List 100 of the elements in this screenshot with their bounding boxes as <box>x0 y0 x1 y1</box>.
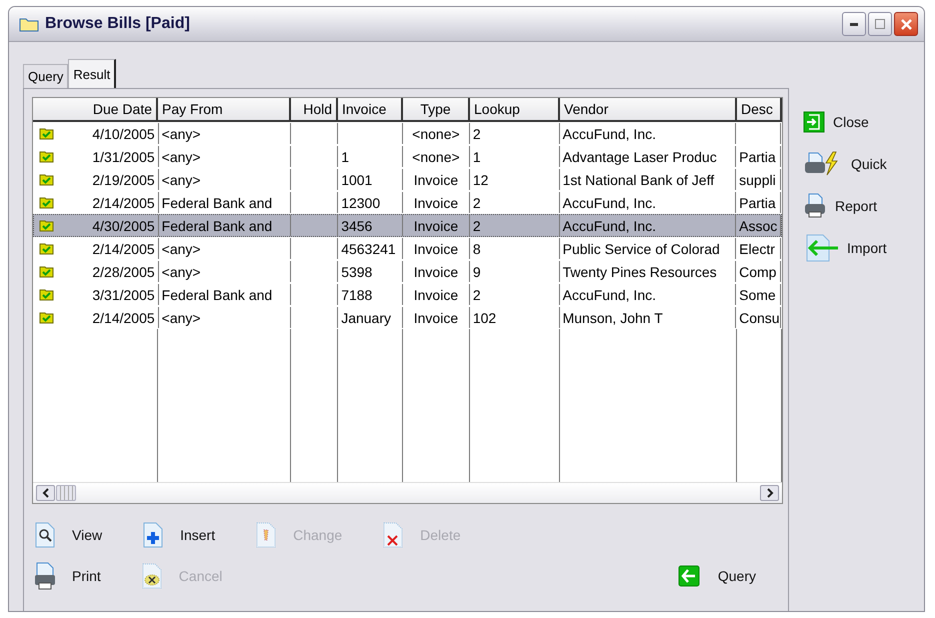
table-cell: Invoice <box>414 218 458 234</box>
table-cell: 102 <box>472 310 496 326</box>
table-cell: 3456 <box>341 218 372 234</box>
minimize-icon <box>850 22 858 26</box>
table-cell: <none> <box>412 126 460 142</box>
table-cell: 9 <box>472 264 481 280</box>
table-cell: January <box>341 310 391 326</box>
side-button[interactable]: Report <box>803 192 887 220</box>
table-row[interactable]: 3/31/2005 Federal Bank and 7188 Invoice 2 AccuFund, Inc. Some <box>33 283 782 306</box>
printer-icon <box>34 562 56 590</box>
folder-check-icon <box>39 311 54 324</box>
close-icon <box>900 18 912 30</box>
side-button[interactable]: Import <box>803 234 887 262</box>
table-cell: Some <box>739 286 776 302</box>
column-header[interactable]: Type <box>403 98 470 122</box>
table-cell: Assoc <box>739 218 778 234</box>
table-row[interactable]: 2/19/2005 <any> 1001 Invoice 12 1st National Bank of Jeff suppli <box>33 168 782 191</box>
table-cell: suppli <box>739 172 776 188</box>
folder-check-icon <box>39 150 54 163</box>
magnifier-icon <box>34 522 56 548</box>
table-cell: 5398 <box>341 264 372 280</box>
folder-check-icon <box>39 219 54 232</box>
folder-icon <box>19 16 39 32</box>
table-cell: 3/31/2005 <box>92 286 155 302</box>
folder-check-icon <box>39 173 54 186</box>
table-cell: 4/30/2005 <box>92 218 155 234</box>
side-button[interactable]: Close <box>803 108 887 136</box>
table-cell: Partia <box>739 148 776 164</box>
scroll-left-button[interactable] <box>36 485 55 501</box>
column-header[interactable]: Lookup <box>470 98 560 122</box>
table-row[interactable]: 2/14/2005 <any> January Invoice 102 Munson, John T Consu <box>33 306 782 329</box>
table-cell: 2/28/2005 <box>92 264 155 280</box>
tab[interactable]: Query <box>23 64 68 88</box>
table-cell: 12300 <box>341 194 380 210</box>
table-cell: <any> <box>162 126 201 142</box>
table-cell: 2/19/2005 <box>92 172 155 188</box>
table-cell: Partia <box>739 194 776 210</box>
table-cell: <any> <box>162 310 201 326</box>
plus-icon <box>142 522 164 548</box>
table-cell: 4563241 <box>341 240 396 256</box>
side-button[interactable]: Quick <box>803 150 887 178</box>
table-cell: AccuFund, Inc. <box>562 126 656 142</box>
close-button[interactable] <box>894 12 918 36</box>
delete-icon <box>382 522 404 548</box>
table-cell: <any> <box>162 264 201 280</box>
table-cell: Comp <box>739 264 776 280</box>
table-cell: Invoice <box>414 286 458 302</box>
column-header[interactable]: Pay From <box>158 98 291 122</box>
folder-check-icon <box>39 265 54 278</box>
table-cell: <any> <box>162 172 201 188</box>
maximize-icon <box>875 19 885 29</box>
table-cell: Munson, John T <box>562 310 663 326</box>
table-cell: Advantage Laser Produc <box>562 148 717 164</box>
horizontal-scrollbar[interactable] <box>33 482 782 503</box>
table-cell: AccuFund, Inc. <box>562 218 656 234</box>
folder-check-icon <box>39 127 54 140</box>
table-cell: Federal Bank and <box>162 286 272 302</box>
column-header[interactable]: Hold <box>291 98 338 122</box>
folder-check-icon <box>39 196 54 209</box>
printer-icon <box>803 193 827 219</box>
table-cell: Consu <box>739 310 780 326</box>
table-cell: Invoice <box>414 310 458 326</box>
table-cell: AccuFund, Inc. <box>562 194 656 210</box>
action-button[interactable]: Query <box>678 565 756 587</box>
table-cell: 2/14/2005 <box>92 240 155 256</box>
table-row[interactable]: 4/30/2005 Federal Bank and 3456 Invoice 2 AccuFund, Inc. Assoc <box>33 214 782 237</box>
table-cell: Invoice <box>414 172 458 188</box>
action-button[interactable]: Insert <box>142 522 216 548</box>
scroll-right-button[interactable] <box>760 485 779 501</box>
minimize-button[interactable] <box>842 12 866 36</box>
table-cell: <any> <box>162 148 201 164</box>
table-cell: Public Service of Colorad <box>562 240 720 256</box>
table-cell: 2 <box>472 286 481 302</box>
folder-check-icon <box>39 242 54 255</box>
table-row[interactable]: 2/14/2005 <any> 4563241 Invoice 8 Public Service of Colorad Electr <box>33 237 782 260</box>
table-cell: 2/14/2005 <box>92 310 155 326</box>
table-cell: <any> <box>162 240 201 256</box>
table-cell: 1 <box>472 148 481 164</box>
table-row[interactable]: 2/14/2005 Federal Bank and 12300 Invoice 2 AccuFund, Inc. Partia <box>33 191 782 214</box>
action-button[interactable]: View <box>34 522 102 548</box>
table-cell: 2 <box>472 218 481 234</box>
action-button[interactable]: Print <box>34 562 101 590</box>
column-header[interactable]: Desc <box>737 98 782 122</box>
table-cell: 12 <box>472 172 488 188</box>
table-cell: 2 <box>472 194 481 210</box>
tab[interactable]: Result <box>68 59 116 88</box>
table-cell: Federal Bank and <box>162 218 272 234</box>
table-cell: 4/10/2005 <box>92 126 155 142</box>
table-cell: Invoice <box>414 194 458 210</box>
window-title: Browse Bills [Paid] <box>45 15 190 33</box>
table-cell: Invoice <box>414 264 458 280</box>
table-row[interactable]: 1/31/2005 <any> 1 <none> 1 Advantage Laser Produc Partia <box>33 145 782 168</box>
column-header[interactable]: Due Date <box>33 98 158 122</box>
exit-icon <box>803 111 825 133</box>
scroll-thumb[interactable] <box>56 485 76 501</box>
table-row[interactable]: 4/10/2005 <any> <none> 2 AccuFund, Inc. <box>33 122 782 145</box>
column-header[interactable]: Vendor <box>560 98 737 122</box>
table-cell: AccuFund, Inc. <box>562 286 656 302</box>
column-header[interactable]: Invoice <box>338 98 403 122</box>
table-row[interactable]: 2/28/2005 <any> 5398 Invoice 9 Twenty Pines Resources Comp <box>33 260 782 283</box>
